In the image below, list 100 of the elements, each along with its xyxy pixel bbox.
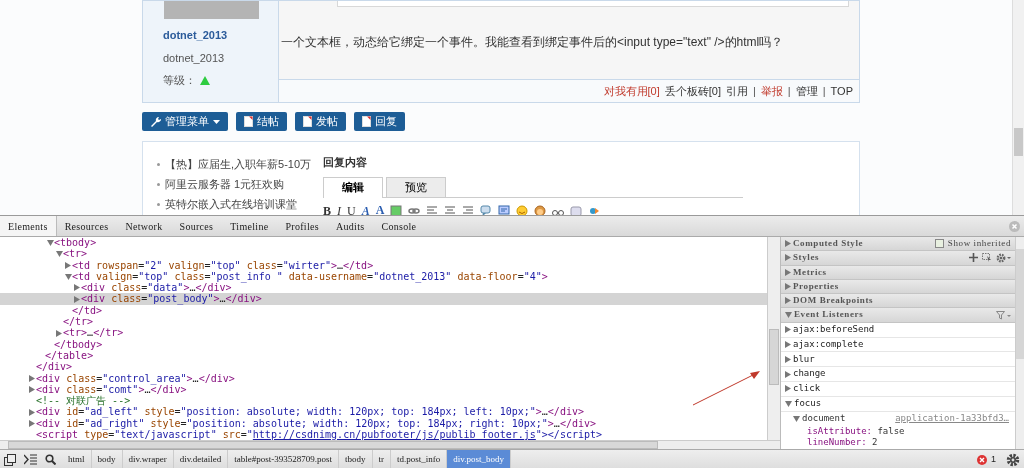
scrollbar-thumb[interactable] xyxy=(769,329,779,385)
align-center-icon[interactable] xyxy=(444,204,457,215)
dom-tree-row[interactable]: <div class="comt">…</div> xyxy=(0,383,767,396)
breadcrumb[interactable]: body xyxy=(91,450,123,468)
devtools-tab[interactable]: Elements xyxy=(0,216,57,236)
align-left-icon[interactable] xyxy=(426,204,439,215)
ad-link[interactable]: 阿里云服务器 1元狂欢购 xyxy=(165,175,285,193)
triangle-down-icon[interactable] xyxy=(793,415,800,422)
listener-node[interactable]: document application-1a33bfd3… xyxy=(781,411,1015,427)
breadcrumb[interactable]: html xyxy=(62,450,92,468)
gear-icon[interactable] xyxy=(1006,452,1020,467)
breadcrumb[interactable]: table#post-393528709.post xyxy=(228,450,340,468)
dom-tree-row[interactable]: </td> xyxy=(0,304,767,317)
triangle-right-icon[interactable] xyxy=(29,374,35,382)
triangle-right-icon[interactable] xyxy=(65,261,71,269)
toolbar-button[interactable]: 回复 xyxy=(354,112,405,131)
action-link[interactable]: 对我有用[0] xyxy=(603,82,660,100)
dom-tree-row[interactable]: <div id="ad_left" style="position: absolute; width: 120px; top: 184px; left: 10px;">…</div> xyxy=(0,406,767,418)
scrollbar-thumb[interactable] xyxy=(1014,128,1023,156)
format-button[interactable]: U xyxy=(347,204,356,215)
triangle-right-icon[interactable] xyxy=(785,340,791,348)
triangle-right-icon[interactable] xyxy=(785,254,791,262)
source-link[interactable]: application-1a33bfd3… xyxy=(895,412,1009,426)
url-link[interactable]: http://csdnimg.cn/pubfooter/js/publib_footer.js xyxy=(252,429,536,440)
triangle-right-icon[interactable] xyxy=(74,295,80,303)
dom-tree-row[interactable]: <div class="control_area">…</div> xyxy=(0,372,767,384)
gear-icon[interactable] xyxy=(996,252,1011,263)
sidebar-scrollbar[interactable] xyxy=(1015,237,1024,449)
scrollbar-thumb[interactable] xyxy=(8,441,658,449)
devtools-tab[interactable]: Resources xyxy=(56,216,118,236)
triangle-down-icon[interactable] xyxy=(56,250,63,257)
ad-link[interactable]: 英特尔嵌入式在线培训课堂 xyxy=(165,195,297,213)
dom-tree-row[interactable]: <div class="data">…</div> xyxy=(0,282,767,294)
dom-tree-row[interactable]: </tr> xyxy=(0,316,767,328)
search-icon[interactable] xyxy=(45,454,56,465)
editor-tab[interactable]: 编辑 xyxy=(323,176,383,198)
error-icon[interactable] xyxy=(977,454,987,465)
sidebar-section-header[interactable]: DOM Breakpoints xyxy=(781,294,1015,309)
checkbox[interactable] xyxy=(934,239,944,249)
triangle-down-icon[interactable] xyxy=(65,273,72,280)
ad-link[interactable]: 【热】应届生,入职年薪5-10万 xyxy=(165,155,312,173)
horizontal-scrollbar[interactable] xyxy=(0,440,780,449)
toolbar-button[interactable]: 发帖 xyxy=(295,112,346,131)
action-link[interactable]: 举报 xyxy=(760,82,783,100)
dom-tree-row[interactable]: <td rowspan="2" valign="top" class="wirter">…</td> xyxy=(0,259,767,271)
triangle-right-icon[interactable] xyxy=(785,297,791,305)
triangle-right-icon[interactable] xyxy=(785,385,791,393)
editor-tab[interactable]: 预览 xyxy=(386,176,446,197)
breadcrumb[interactable]: tr xyxy=(372,450,392,468)
speech-bubble-icon[interactable] xyxy=(480,204,493,215)
sidebar-section-header[interactable]: Event Listeners xyxy=(781,308,1015,323)
event-listener-row[interactable]: focus xyxy=(781,396,1015,412)
format-button[interactable]: A xyxy=(361,204,370,215)
event-listener-row[interactable]: click xyxy=(781,381,1015,397)
dom-tree-row[interactable]: </div> xyxy=(0,361,767,373)
triangle-right-icon[interactable] xyxy=(29,386,35,393)
breadcrumb[interactable]: div.wraper xyxy=(122,450,174,468)
devtools-tab[interactable]: Timeline xyxy=(222,216,278,236)
dom-tree-row[interactable]: </tbody> xyxy=(0,338,767,350)
triangle-right-icon[interactable] xyxy=(74,284,80,292)
triangle-right-icon[interactable] xyxy=(56,329,62,337)
triangle-down-icon[interactable] xyxy=(785,312,792,319)
action-link[interactable]: 丢个板砖[0] xyxy=(664,82,721,100)
event-listener-row[interactable]: ajax:beforeSend xyxy=(781,322,1015,338)
triangle-right-icon[interactable] xyxy=(29,408,35,416)
smiley-icon[interactable] xyxy=(516,204,529,215)
triangle-right-icon[interactable] xyxy=(785,326,791,334)
scrollbar-thumb[interactable] xyxy=(1016,249,1024,359)
author-name-link[interactable]: dotnet_2013 xyxy=(163,27,278,44)
triangle-right-icon[interactable] xyxy=(785,370,791,378)
breadcrumb[interactable]: div.detailed xyxy=(173,450,229,468)
toolbar-button[interactable]: 结帖 xyxy=(236,112,287,131)
event-listener-row[interactable]: change xyxy=(781,367,1015,382)
dom-tree-row[interactable]: <tr> xyxy=(0,248,767,260)
element-picker-icon[interactable] xyxy=(982,253,992,263)
breadcrumb[interactable]: tbody xyxy=(339,450,373,468)
dock-icon[interactable] xyxy=(4,453,16,466)
dom-tree-row[interactable]: </table> xyxy=(0,349,767,362)
devtools-tab[interactable]: Console xyxy=(373,216,426,236)
dom-tree-row[interactable]: <div id="ad_right" style="position: absolute; width: 120px; top: 184px; right: 10px;">…</div> xyxy=(0,417,767,430)
console-icon[interactable] xyxy=(24,454,37,465)
toolbar-button[interactable]: 管理菜单 xyxy=(142,112,228,131)
triangle-right-icon[interactable] xyxy=(785,283,791,291)
speech-bubble-icon[interactable] xyxy=(498,204,511,215)
dom-tree-row[interactable]: <tbody> xyxy=(0,237,767,249)
triangle-right-icon[interactable] xyxy=(785,240,791,248)
dom-tree-row[interactable]: <td valign="top" class="post_info " data-username="dotnet_2013" data-floor="4"> xyxy=(0,270,767,283)
dom-tree-row[interactable]: <script type="text/javascript" src="http://csdnimg.cn/pubfooter/js/publib_footer.js"></script> xyxy=(0,429,767,440)
triangle-right-icon[interactable] xyxy=(29,419,35,427)
filter-icon[interactable] xyxy=(996,310,1011,320)
dom-tree-row[interactable]: <div class="post_body">…</div> xyxy=(0,293,767,305)
plus-icon[interactable] xyxy=(969,253,978,263)
page-scrollbar[interactable] xyxy=(1012,0,1024,215)
triangle-down-icon[interactable] xyxy=(785,400,792,407)
devtools-tab[interactable]: Profiles xyxy=(277,216,328,236)
triangle-down-icon[interactable] xyxy=(47,239,54,246)
sidebar-section-header[interactable]: Computed Style Show inherited xyxy=(781,237,1015,252)
triangle-right-icon[interactable] xyxy=(785,355,791,363)
dom-tree-row[interactable]: <!-- 对联广告 --> xyxy=(0,395,767,407)
action-link[interactable]: 管理 xyxy=(795,82,818,100)
